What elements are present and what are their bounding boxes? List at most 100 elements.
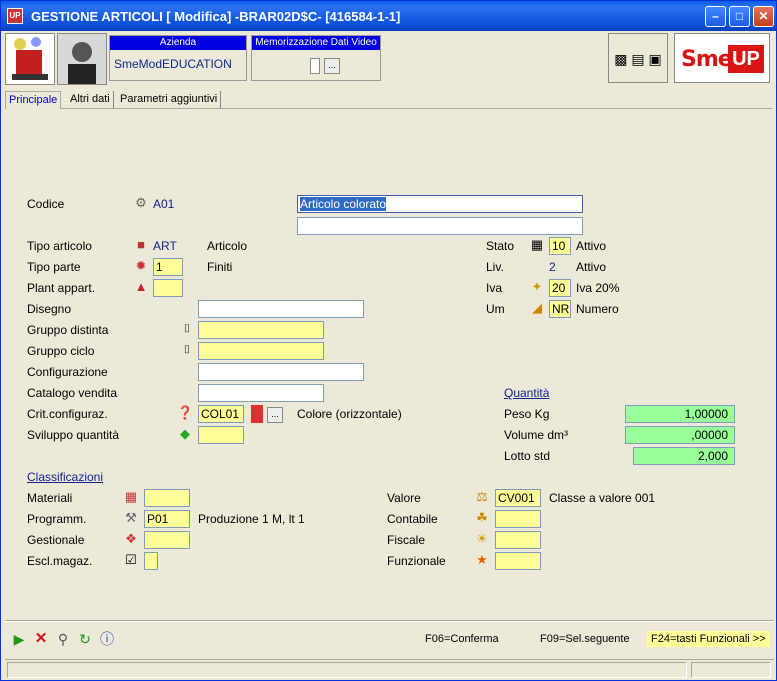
programm-desc: Produzione 1 M, lt 1 — [198, 512, 305, 526]
disegno-input[interactable] — [198, 300, 364, 318]
um-label: Um — [486, 302, 505, 316]
close-button[interactable]: ✕ — [753, 6, 774, 27]
gestionale-icon: ❖ — [125, 531, 137, 546]
memo-panel: Memorizzazione Dati Video ... — [251, 35, 381, 81]
cancel-icon[interactable]: ✕ — [33, 631, 49, 647]
gruppo-ciclo-label: Gruppo ciclo — [27, 344, 95, 358]
app-icon[interactable]: UP — [7, 8, 23, 24]
cube-icon: ■ — [137, 237, 145, 252]
tipo-articolo-label: Tipo articolo — [27, 239, 92, 253]
liv-desc: Attivo — [576, 260, 607, 274]
parts-icon: ✹ — [135, 258, 147, 273]
scale-icon: ⚖ — [476, 489, 488, 504]
plant-input[interactable] — [153, 279, 183, 297]
lotto-label: Lotto std — [504, 449, 551, 463]
disegno-label: Disegno — [27, 302, 72, 316]
fiscale-icon: ☀ — [476, 531, 488, 546]
status-cell-secondary — [691, 662, 771, 678]
status-bar — [5, 659, 774, 679]
fiscale-input[interactable] — [495, 531, 541, 549]
iva-input[interactable]: 20 — [549, 279, 571, 297]
um-desc: Numero — [576, 302, 619, 316]
materials-icon: ▦ — [124, 489, 138, 504]
command-bar: ▶ ✕ ⚲ ↻ ⓘ F06=Conferma F09=Sel.seguente … — [5, 623, 774, 657]
gestionale-input[interactable] — [144, 531, 190, 549]
info-icon[interactable]: ⓘ — [99, 631, 115, 647]
question-icon: ❓ — [177, 405, 194, 420]
logo-box: UP — [728, 45, 764, 73]
valore-desc: Classe a valore 001 — [549, 491, 656, 505]
tipo-parte-input[interactable]: 1 — [153, 258, 183, 276]
crit-config-input[interactable]: COL01 — [198, 405, 244, 423]
stato-input[interactable]: 10 — [549, 237, 571, 255]
factory-icon: ▲ — [134, 279, 148, 294]
azienda-panel: Azienda SmeModEDUCATION — [109, 35, 247, 81]
memo-checkbox[interactable] — [310, 58, 320, 74]
maximize-button[interactable]: □ — [729, 6, 750, 27]
tab-parametri-aggiuntivi[interactable]: Parametri aggiuntivi — [117, 91, 222, 109]
contabile-label: Contabile — [387, 512, 438, 526]
um-input[interactable]: NR — [549, 300, 571, 318]
descrizione-value: Articolo colorato — [300, 197, 387, 211]
sviluppo-input[interactable] — [198, 426, 244, 444]
tab-principale[interactable]: Principale — [5, 91, 62, 109]
title-bar[interactable]: UP GESTIONE ARTICOLI [ Modifica] -BRAR02… — [1, 1, 776, 31]
quantita-title[interactable]: Quantità — [504, 386, 549, 400]
azienda-value: SmeModEDUCATION — [114, 57, 232, 71]
materiali-label: Materiali — [27, 491, 73, 505]
app-logo-image — [5, 33, 55, 85]
window-title: GESTIONE ARTICOLI [ Modifica] -BRAR02D$C… — [31, 9, 401, 24]
play-icon[interactable]: ▶ — [11, 631, 27, 647]
crit-config-button[interactable]: ... — [267, 407, 283, 423]
color-swatch — [251, 405, 263, 423]
materiali-input[interactable] — [144, 489, 190, 507]
f24-key[interactable]: F24=tasti Funzionali >> — [647, 631, 770, 647]
header-toolbar: Azienda SmeModEDUCATION Memorizzazione D… — [5, 33, 772, 85]
tax-icon: ✦ — [531, 279, 543, 294]
tab-altri-dati[interactable]: Altri dati — [67, 91, 114, 109]
volume-input[interactable]: ,00000 — [625, 426, 735, 444]
liv-value: 2 — [549, 260, 556, 274]
valore-input[interactable]: CV001 — [495, 489, 541, 507]
tipo-parte-label: Tipo parte — [27, 260, 81, 274]
funzionale-icon: ★ — [476, 552, 488, 567]
liv-label: Liv. — [486, 260, 504, 274]
refresh-icon[interactable]: ↻ — [77, 631, 93, 647]
gruppo-distinta-label: Gruppo distinta — [27, 323, 109, 337]
contabile-input[interactable] — [495, 510, 541, 528]
tools-icons[interactable]: ▩ ▤ ▣ — [608, 33, 668, 83]
memo-button[interactable]: ... — [324, 58, 340, 74]
descrizione2-input[interactable] — [297, 217, 583, 235]
azienda-label: Azienda — [110, 36, 246, 50]
escl-input[interactable] — [144, 552, 158, 570]
f06-key[interactable]: F06=Conferma — [425, 633, 499, 645]
tipo-articolo-value[interactable]: ART — [153, 239, 177, 253]
catalogo-input[interactable] — [198, 384, 324, 402]
descrizione-input[interactable]: Articolo colorato — [297, 195, 583, 213]
funzionale-label: Funzionale — [387, 554, 446, 568]
lotto-input[interactable]: 2,000 — [633, 447, 735, 465]
wrench-icon: ⚒ — [125, 510, 137, 525]
crit-config-label: Crit.configuraz. — [27, 407, 108, 421]
main-window: UP GESTIONE ARTICOLI [ Modifica] -BRAR02… — [0, 0, 777, 681]
classificazioni-title[interactable]: Classificazioni — [27, 470, 103, 484]
codice-label: Codice — [27, 197, 65, 211]
codice-value[interactable]: A01 — [153, 197, 174, 211]
volume-label: Volume dm³ — [504, 428, 569, 442]
stato-label: Stato — [486, 239, 515, 253]
gruppo-ciclo-input[interactable] — [198, 342, 324, 360]
peso-label: Peso Kg — [504, 407, 550, 421]
funzionale-input[interactable] — [495, 552, 541, 570]
minimize-button[interactable]: – — [705, 6, 726, 27]
f09-key[interactable]: F09=Sel.seguente — [540, 633, 630, 645]
gruppo-distinta-input[interactable] — [198, 321, 324, 339]
programm-input[interactable]: P01 — [144, 510, 190, 528]
grid-icon: ▦ — [530, 237, 544, 252]
configurazione-input[interactable] — [198, 363, 364, 381]
sviluppo-label: Sviluppo quantità — [27, 428, 120, 442]
search-icon[interactable]: ⚲ — [55, 631, 71, 647]
gestionale-label: Gestionale — [27, 533, 85, 547]
tipo-parte-desc: Finiti — [207, 260, 233, 274]
ruler-icon: ◢ — [532, 300, 542, 315]
peso-input[interactable]: 1,00000 — [625, 405, 735, 423]
